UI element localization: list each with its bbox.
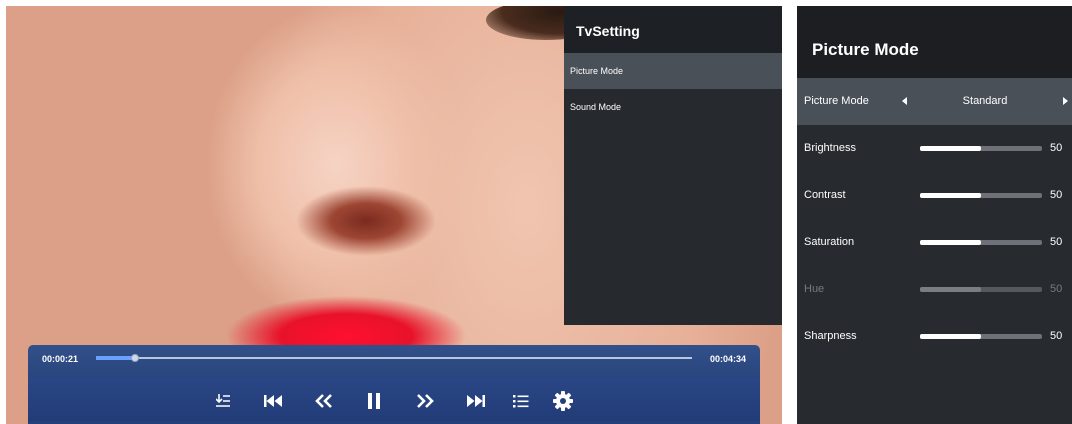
sharpness-row[interactable]: Sharpness 50 [797, 313, 1072, 360]
tv-setting-title: TvSetting [564, 6, 782, 53]
rewind-icon[interactable] [313, 390, 335, 412]
total-time: 00:04:34 [709, 354, 746, 364]
sharpness-value: 50 [1050, 330, 1063, 342]
contrast-row[interactable]: Contrast 50 [797, 172, 1072, 219]
fast-forward-icon[interactable] [414, 390, 436, 412]
picture-mode-panel: Picture Mode Picture Mode Standard Brigh… [797, 6, 1072, 424]
pause-icon[interactable] [363, 390, 385, 412]
sharpness-slider-fill [920, 334, 981, 339]
brightness-slider[interactable] [920, 146, 1042, 151]
sharpness-label: Sharpness [804, 330, 857, 342]
brightness-slider-fill [920, 146, 981, 151]
saturation-row[interactable]: Saturation 50 [797, 219, 1072, 266]
gear-icon[interactable] [552, 390, 574, 412]
contrast-value: 50 [1050, 189, 1063, 201]
seek-bar-thumb[interactable] [131, 354, 140, 362]
controls-row [28, 379, 760, 421]
saturation-slider[interactable] [920, 240, 1042, 245]
playlist-icon[interactable] [510, 390, 532, 412]
tv-setting-item-picture-mode[interactable]: Picture Mode [564, 53, 782, 89]
brightness-label: Brightness [804, 142, 856, 154]
picture-mode-label: Picture Mode [804, 95, 869, 107]
picture-mode-title: Picture Mode [797, 6, 1072, 78]
hue-slider-fill [920, 287, 981, 292]
saturation-slider-fill [920, 240, 981, 245]
hue-slider [920, 287, 1042, 292]
contrast-slider[interactable] [920, 193, 1042, 198]
current-time: 00:00:21 [42, 354, 79, 364]
arrow-right-icon[interactable] [1063, 97, 1068, 105]
player-controls: 00:00:21 00:04:34 [28, 345, 760, 424]
picture-mode-selector[interactable]: Picture Mode Standard [797, 78, 1072, 125]
hue-row: Hue 50 [797, 266, 1072, 313]
saturation-value: 50 [1050, 236, 1063, 248]
tv-setting-item-sound-mode[interactable]: Sound Mode [564, 89, 782, 125]
contrast-slider-fill [920, 193, 981, 198]
tv-setting-panel: TvSetting Picture Mode Sound Mode [564, 6, 782, 325]
seek-bar-fill [96, 356, 136, 360]
hue-label: Hue [804, 283, 825, 295]
sharpness-slider[interactable] [920, 334, 1042, 339]
brightness-row[interactable]: Brightness 50 [797, 125, 1072, 172]
progress-row: 00:00:21 00:04:34 [28, 345, 760, 377]
brightness-value: 50 [1050, 142, 1063, 154]
skip-next-icon[interactable] [465, 390, 487, 412]
seek-bar[interactable] [96, 354, 692, 362]
picture-mode-value: Standard [962, 95, 1008, 107]
hue-value: 50 [1050, 283, 1063, 295]
contrast-label: Contrast [804, 189, 846, 201]
saturation-label: Saturation [804, 236, 855, 248]
skip-previous-icon[interactable] [262, 390, 284, 412]
chapters-icon[interactable] [212, 390, 234, 412]
